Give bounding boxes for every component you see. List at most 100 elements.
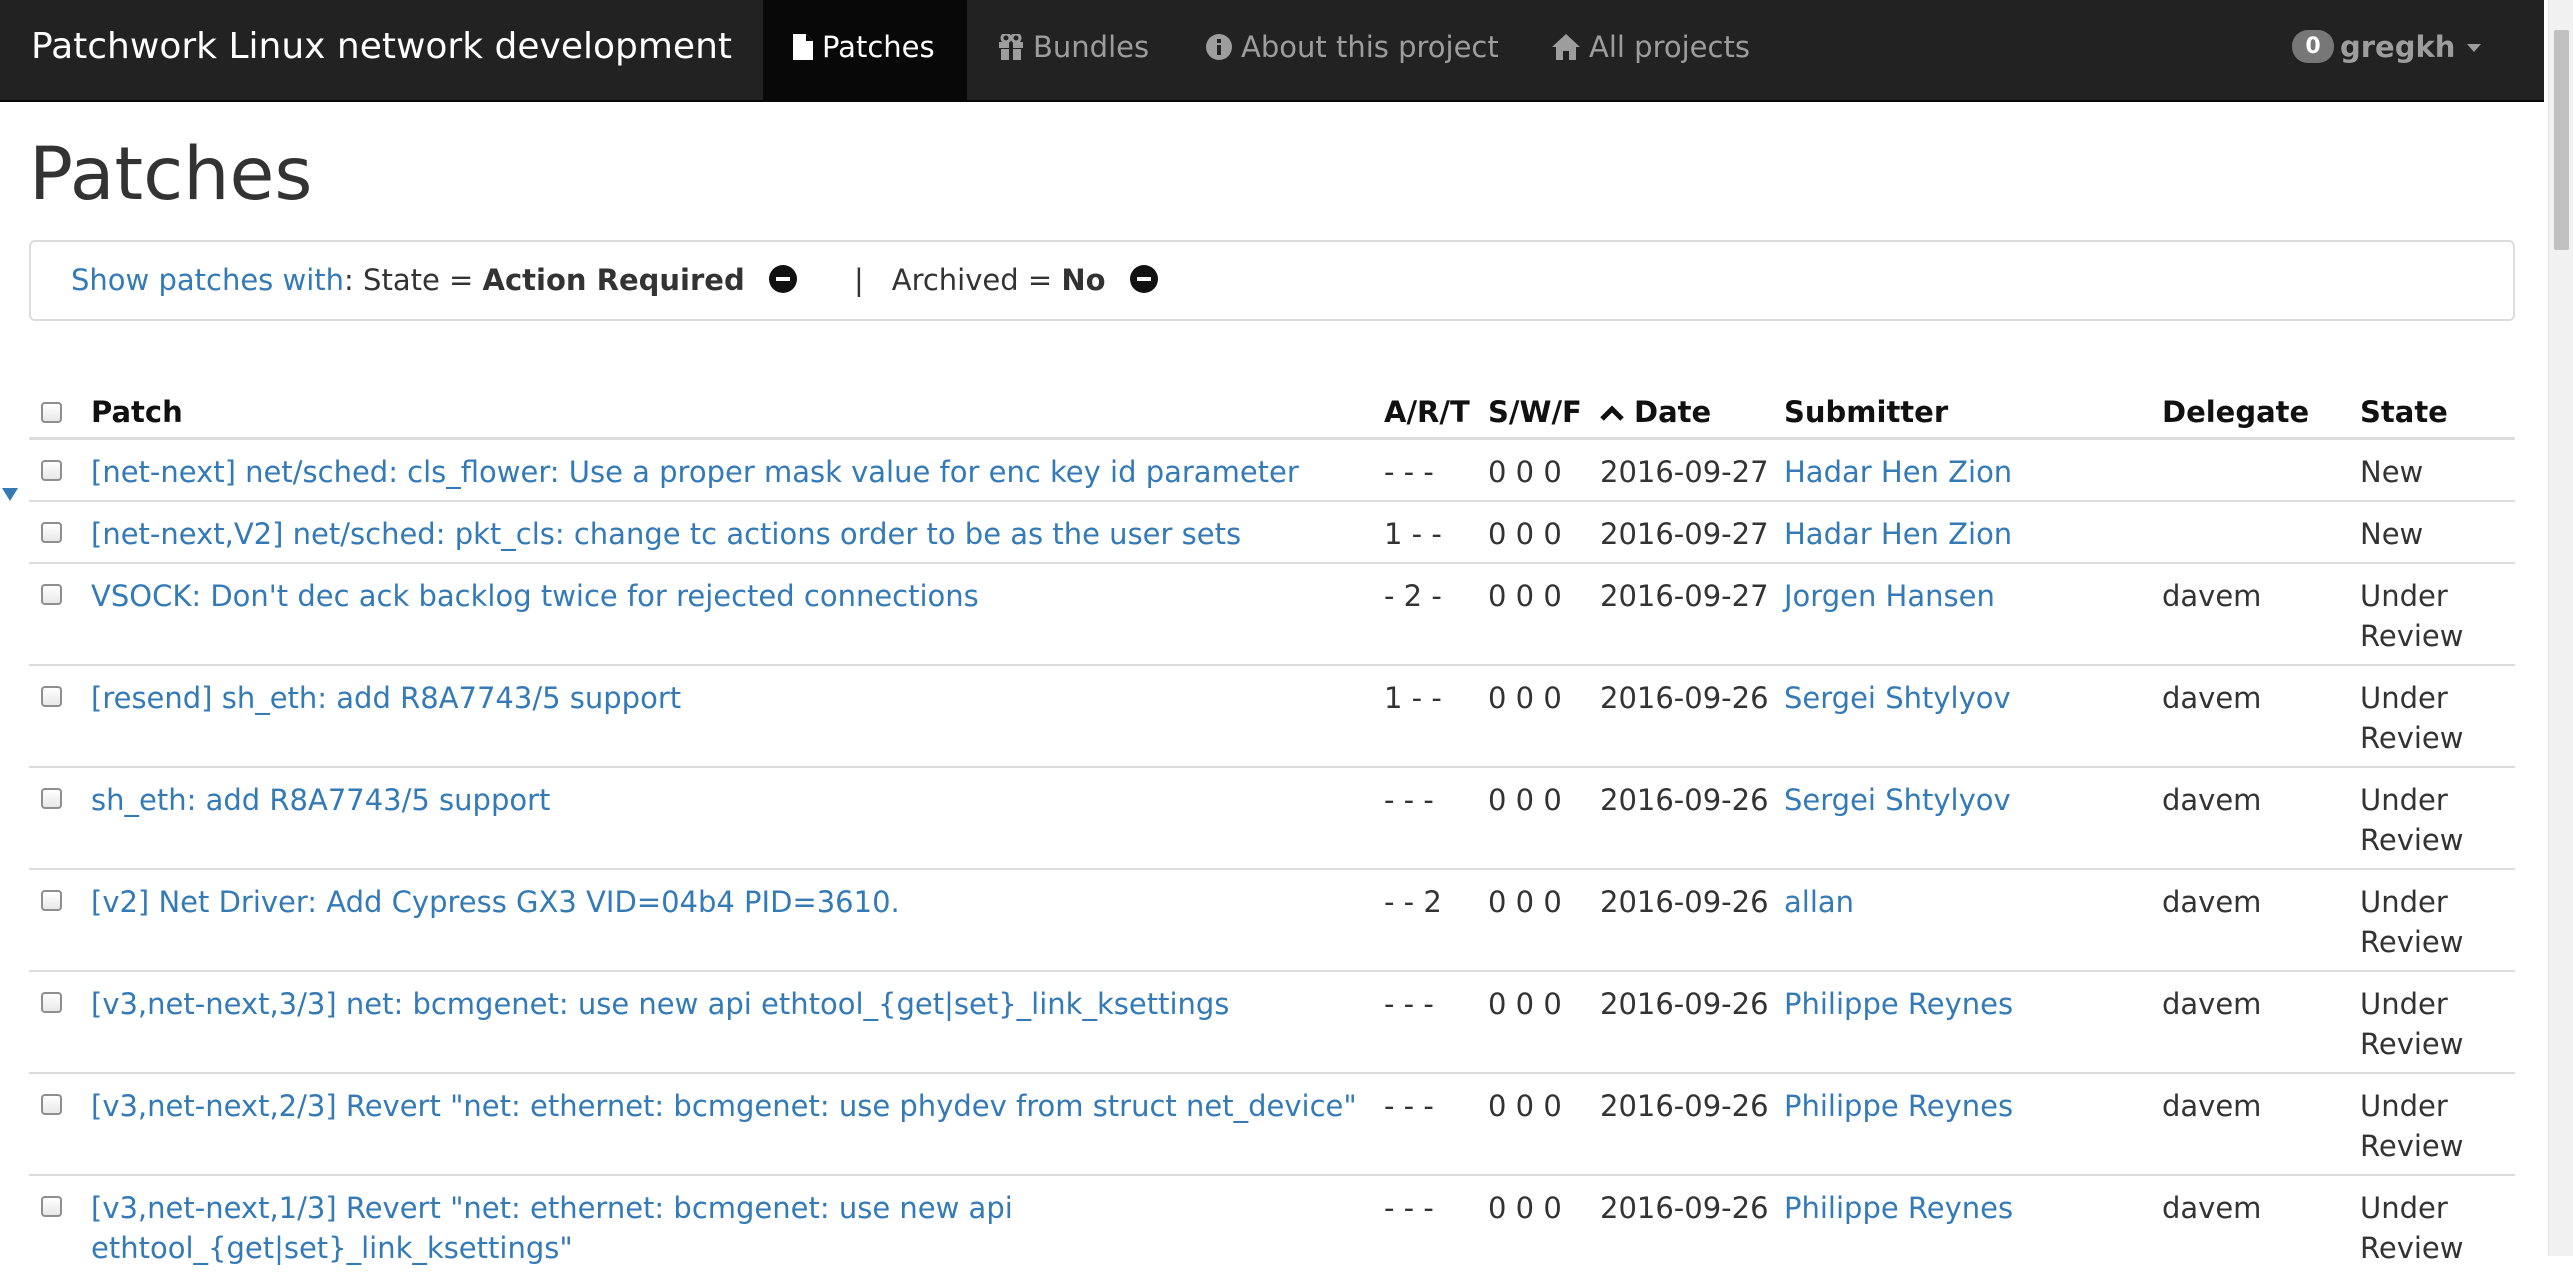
notification-count-badge: 0: [2292, 30, 2334, 63]
submitter-link[interactable]: Sergei Shtylyov: [1784, 681, 2011, 715]
table-row: sh_eth: add R8A7743/5 support - - - 0 0 …: [29, 767, 2515, 869]
delegate-cell: davem: [2154, 1073, 2352, 1175]
state-cell: Under Review: [2352, 971, 2515, 1073]
show-patches-filter-link[interactable]: Show patches with: [71, 263, 344, 297]
column-header-date[interactable]: Date: [1592, 373, 1776, 439]
page-scrollbar[interactable]: [2548, 0, 2573, 1256]
remove-archived-filter-icon[interactable]: [1130, 265, 1158, 293]
info-sign-icon: [1206, 34, 1232, 60]
swf-cell: 0 0 0: [1480, 1073, 1592, 1175]
date-cell: 2016-09-26: [1592, 767, 1776, 869]
swf-cell: 0 0 0: [1480, 869, 1592, 971]
swf-cell: 0 0 0: [1480, 971, 1592, 1073]
nav-bundles[interactable]: Bundles: [998, 0, 1149, 100]
table-header-row: Patch A/R/T S/W/F Date Submitter Delegat…: [29, 373, 2515, 439]
patch-title-link[interactable]: [net-next,V2] net/sched: pkt_cls: change…: [91, 517, 1241, 551]
submitter-link[interactable]: Hadar Hen Zion: [1784, 455, 2012, 489]
submitter-link[interactable]: Philippe Reynes: [1784, 1089, 2013, 1123]
username: gregkh: [2340, 30, 2455, 64]
delegate-cell: [2154, 439, 2352, 502]
row-checkbox[interactable]: [41, 686, 62, 707]
state-cell: Under Review: [2352, 1175, 2515, 1276]
patch-title-link[interactable]: [v3,net-next,2/3] Revert "net: ethernet:…: [91, 1089, 1357, 1123]
state-cell: Under Review: [2352, 665, 2515, 767]
row-checkbox[interactable]: [41, 1094, 62, 1115]
table-row: [net-next] net/sched: cls_flower: Use a …: [29, 439, 2515, 502]
row-checkbox[interactable]: [41, 890, 62, 911]
state-cell: New: [2352, 439, 2515, 502]
column-header-swf[interactable]: S/W/F: [1480, 373, 1592, 439]
nav-about[interactable]: About this project: [1206, 0, 1499, 100]
submitter-link[interactable]: Philippe Reynes: [1784, 1191, 2013, 1225]
art-cell: - - 2: [1376, 869, 1480, 971]
delegate-cell: davem: [2154, 869, 2352, 971]
patch-title-link[interactable]: [v2] Net Driver: Add Cypress GX3 VID=04b…: [91, 885, 900, 919]
table-row: [v3,net-next,1/3] Revert "net: ethernet:…: [29, 1175, 2515, 1276]
row-checkbox[interactable]: [41, 788, 62, 809]
state-cell: Under Review: [2352, 767, 2515, 869]
row-checkbox[interactable]: [41, 1196, 62, 1217]
patch-title-link[interactable]: [v3,net-next,1/3] Revert "net: ethernet:…: [91, 1191, 1013, 1265]
remove-state-filter-icon[interactable]: [769, 265, 797, 293]
delegate-cell: davem: [2154, 971, 2352, 1073]
patch-title-link[interactable]: [v3,net-next,3/3] net: bcmgenet: use new…: [91, 987, 1229, 1021]
delegate-cell: [2154, 501, 2352, 563]
patch-title-link[interactable]: [net-next] net/sched: cls_flower: Use a …: [91, 455, 1299, 489]
column-header-submitter[interactable]: Submitter: [1776, 373, 2154, 439]
delegate-cell: davem: [2154, 665, 2352, 767]
art-cell: - - -: [1376, 439, 1480, 502]
column-header-delegate[interactable]: Delegate: [2154, 373, 2352, 439]
patch-title-link[interactable]: sh_eth: add R8A7743/5 support: [91, 783, 550, 817]
column-header-date-label: Date: [1634, 395, 1711, 429]
date-cell: 2016-09-26: [1592, 1073, 1776, 1175]
nav-about-label: About this project: [1241, 30, 1499, 64]
submitter-link[interactable]: Philippe Reynes: [1784, 987, 2013, 1021]
patch-rows: [net-next] net/sched: cls_flower: Use a …: [29, 439, 2515, 1276]
submitter-link[interactable]: allan: [1784, 885, 1854, 919]
column-header-state[interactable]: State: [2352, 373, 2515, 439]
brand-link[interactable]: Patchwork Linux network development: [31, 0, 732, 100]
swf-cell: 0 0 0: [1480, 439, 1592, 502]
art-cell: - 2 -: [1376, 563, 1480, 665]
table-row: [net-next,V2] net/sched: pkt_cls: change…: [29, 501, 2515, 563]
patch-title-link[interactable]: VSOCK: Don't dec ack backlog twice for r…: [91, 579, 979, 613]
row-checkbox[interactable]: [41, 992, 62, 1013]
state-cell: Under Review: [2352, 1073, 2515, 1175]
date-cell: 2016-09-27: [1592, 439, 1776, 502]
row-checkbox[interactable]: [41, 522, 62, 543]
home-icon: [1552, 34, 1580, 60]
row-checkbox[interactable]: [41, 584, 62, 605]
nav-patches[interactable]: Patches: [763, 0, 967, 100]
swf-cell: 0 0 0: [1480, 501, 1592, 563]
gift-icon: [998, 34, 1024, 60]
scrollbar-thumb[interactable]: [2554, 30, 2569, 250]
swf-cell: 0 0 0: [1480, 665, 1592, 767]
delegate-cell: davem: [2154, 767, 2352, 869]
delegate-cell: davem: [2154, 563, 2352, 665]
swf-cell: 0 0 0: [1480, 767, 1592, 869]
nav-all-projects[interactable]: All projects: [1552, 0, 1750, 100]
patch-title-link[interactable]: [resend] sh_eth: add R8A7743/5 support: [91, 681, 681, 715]
submitter-link[interactable]: Hadar Hen Zion: [1784, 517, 2012, 551]
date-cell: 2016-09-26: [1592, 971, 1776, 1073]
submitter-link[interactable]: Sergei Shtylyov: [1784, 783, 2011, 817]
file-icon: [793, 34, 813, 60]
row-checkbox[interactable]: [41, 460, 62, 481]
filter-panel: Show patches with: State = Action Requir…: [29, 240, 2515, 321]
nav-bundles-label: Bundles: [1033, 30, 1149, 64]
submitter-link[interactable]: Jorgen Hansen: [1784, 579, 1995, 613]
date-cell: 2016-09-26: [1592, 1175, 1776, 1276]
state-filter-value: Action Required: [483, 263, 745, 297]
art-cell: - - -: [1376, 767, 1480, 869]
select-all-checkbox[interactable]: [41, 402, 62, 423]
date-cell: 2016-09-27: [1592, 501, 1776, 563]
state-cell: Under Review: [2352, 869, 2515, 971]
column-header-patch[interactable]: Patch: [83, 373, 1376, 439]
art-cell: - - -: [1376, 971, 1480, 1073]
date-cell: 2016-09-27: [1592, 563, 1776, 665]
swf-cell: 0 0 0: [1480, 563, 1592, 665]
table-row: [v3,net-next,3/3] net: bcmgenet: use new…: [29, 971, 2515, 1073]
user-menu-dropdown[interactable]: 0gregkh: [2292, 0, 2481, 100]
column-header-art[interactable]: A/R/T: [1376, 373, 1480, 439]
art-cell: - - -: [1376, 1073, 1480, 1175]
